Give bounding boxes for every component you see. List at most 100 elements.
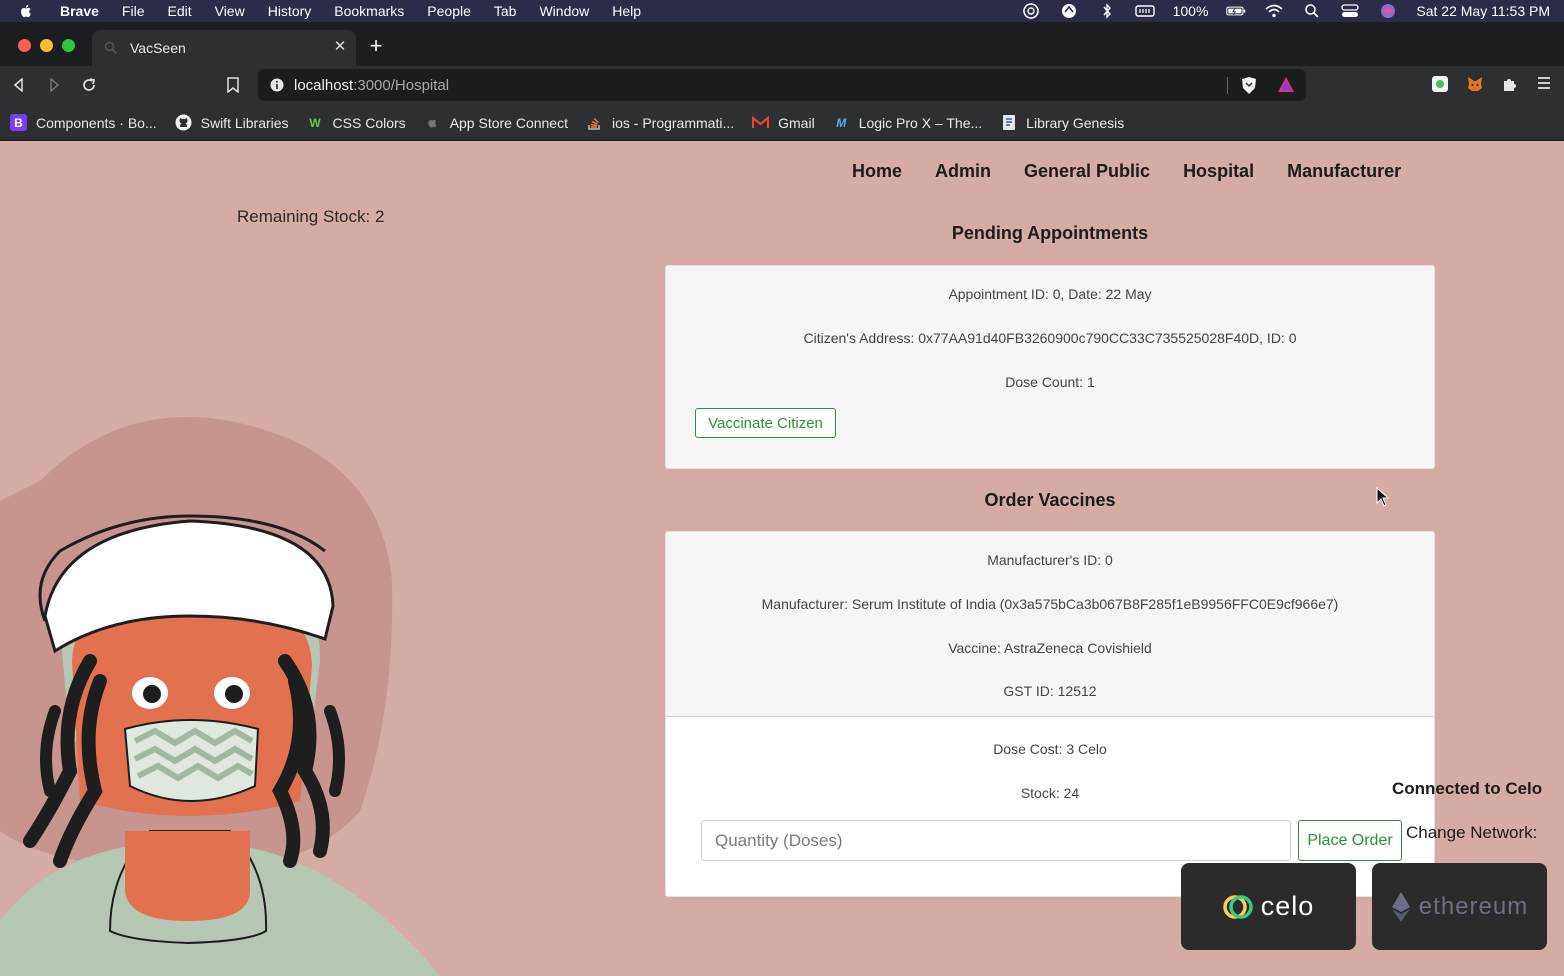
pending-appointments-title: Pending Appointments: [951, 223, 1149, 243]
bookmark-logic-pro[interactable]: M Logic Pro X – The...: [833, 114, 982, 131]
remaining-stock: Remaining Stock: 2: [237, 207, 385, 226]
menu-help[interactable]: Help: [612, 3, 641, 19]
cloud-app-icon[interactable]: [1059, 3, 1079, 19]
menu-app-name[interactable]: Brave: [60, 3, 99, 19]
new-tab-button[interactable]: +: [366, 35, 386, 57]
bookmark-page-icon[interactable]: [223, 75, 243, 95]
brave-rewards-icon[interactable]: [1277, 76, 1295, 94]
bookmarks-bar: B Components · Bo... Swift Libraries W C…: [0, 105, 1564, 141]
gst-id: GST ID: 12512: [1003, 683, 1097, 699]
url-path: :3000/Hospital: [353, 76, 450, 94]
ethereum-network-button[interactable]: ethereum: [1372, 863, 1547, 950]
creative-cloud-icon[interactable]: [1021, 3, 1041, 19]
url-host: localhost: [294, 76, 354, 94]
address-bar[interactable]: localhost:3000/Hospital: [258, 69, 1306, 101]
change-network-label: Change Network:: [1406, 823, 1538, 842]
celo-logo-icon: [1222, 894, 1253, 919]
manufacturer-name: Manufacturer: Serum Institute of India (…: [761, 596, 1339, 612]
nav-home[interactable]: Home: [852, 161, 902, 182]
menu-people[interactable]: People: [427, 3, 471, 19]
apple-bookmark-icon: [424, 114, 441, 131]
browser-tab-bar: VacSeen ✕ +: [0, 22, 1564, 66]
vaccinate-citizen-button[interactable]: Vaccinate Citizen: [695, 408, 836, 438]
celo-network-button[interactable]: celo: [1181, 863, 1356, 950]
dose-cost: Dose Cost: 3 Celo: [993, 741, 1107, 757]
bookmark-library-genesis[interactable]: Library Genesis: [1000, 114, 1124, 131]
bookmark-label: CSS Colors: [332, 114, 406, 131]
close-tab-icon[interactable]: ✕: [332, 39, 348, 55]
menu-tab[interactable]: Tab: [494, 3, 517, 19]
minimize-window-button[interactable]: [40, 39, 53, 52]
close-window-button[interactable]: [18, 39, 31, 52]
celo-label: celo: [1260, 891, 1315, 921]
dose-count: Dose Count: 1: [1005, 374, 1095, 390]
url-separator: [1227, 77, 1228, 94]
battery-icon[interactable]: [1226, 3, 1246, 19]
gmail-icon: [752, 114, 770, 131]
medium-m-icon: M: [836, 115, 847, 130]
ethereum-logo-icon: [1391, 891, 1410, 922]
appointment-card: Appointment ID: 0, Date: 22 May Citizen'…: [665, 265, 1435, 469]
menu-edit[interactable]: Edit: [167, 3, 191, 19]
w3schools-icon: W: [309, 115, 321, 130]
main-nav: Home Admin General Public Hospital Manuf…: [852, 161, 1401, 182]
menu-bookmarks[interactable]: Bookmarks: [334, 3, 404, 19]
forward-icon[interactable]: [44, 75, 64, 95]
wifi-icon[interactable]: [1264, 3, 1284, 19]
bookmark-swift-libraries[interactable]: Swift Libraries: [175, 114, 289, 131]
citizen-address: Citizen's Address: 0x77AA91d40FB3260900c…: [803, 330, 1297, 346]
macos-menubar: Brave File Edit View History Bookmarks P…: [0, 0, 1564, 22]
bookmark-gmail[interactable]: Gmail: [752, 114, 815, 131]
nav-admin[interactable]: Admin: [935, 161, 991, 182]
connection-status: Connected to Celo: [1392, 779, 1543, 798]
manufacturer-id: Manufacturer's ID: 0: [987, 552, 1113, 568]
menu-file[interactable]: File: [122, 3, 145, 19]
nav-hospital[interactable]: Hospital: [1183, 161, 1254, 182]
ethereum-label: ethereum: [1418, 892, 1529, 920]
spotlight-search-icon[interactable]: [1302, 3, 1322, 19]
bookmark-label: Components · Bo...: [36, 114, 157, 131]
bookmark-stackoverflow[interactable]: ios - Programmati...: [586, 114, 734, 131]
apple-icon[interactable]: [18, 3, 34, 19]
siri-icon[interactable]: [1378, 3, 1398, 19]
appointment-id: Appointment ID: 0, Date: 22 May: [948, 286, 1152, 302]
bookmark-label: Logic Pro X – The...: [858, 114, 983, 131]
book-icon: [1000, 114, 1017, 131]
control-center-icon[interactable]: [1340, 3, 1360, 19]
site-info-icon[interactable]: [270, 78, 284, 92]
clock-datetime[interactable]: Sat 22 May 11:53 PM: [1416, 3, 1550, 19]
browser-menu-icon[interactable]: [1536, 75, 1554, 93]
menu-history[interactable]: History: [268, 3, 312, 19]
stackoverflow-icon: [586, 114, 603, 131]
brave-shields-icon[interactable]: [1240, 76, 1258, 95]
tab-vacseen[interactable]: VacSeen ✕: [92, 30, 356, 66]
mouse-cursor-icon: [1376, 487, 1390, 507]
zoom-window-button[interactable]: [62, 39, 75, 52]
bookmark-label: Library Genesis: [1026, 114, 1125, 131]
vaccine-name: Vaccine: AstraZeneca Covishield: [948, 640, 1152, 656]
bookmark-components[interactable]: B Components · Bo...: [10, 114, 157, 131]
battery-percent: 100%: [1172, 3, 1209, 19]
bookmark-css-colors[interactable]: W CSS Colors: [307, 114, 406, 131]
stock-count: Stock: 24: [1020, 785, 1080, 801]
bookmark-label: App Store Connect: [449, 114, 568, 131]
bluetooth-icon[interactable]: [1097, 3, 1117, 19]
nav-general-public[interactable]: General Public: [1024, 161, 1150, 182]
order-vaccines-title: Order Vaccines: [984, 490, 1116, 510]
quantity-input[interactable]: Quantity (Doses): [701, 820, 1291, 861]
back-icon[interactable]: [9, 75, 29, 95]
menu-view[interactable]: View: [215, 3, 245, 19]
memory-icon[interactable]: [1134, 3, 1155, 19]
extension-wallet-icon[interactable]: [1431, 75, 1449, 93]
bookmark-label: Gmail: [778, 114, 815, 131]
bookmark-label: Swift Libraries: [200, 114, 289, 131]
extensions-puzzle-icon[interactable]: [1501, 75, 1519, 93]
masked-person-illustration: [0, 417, 440, 976]
place-order-button[interactable]: Place Order: [1298, 820, 1402, 861]
github-icon: [175, 114, 192, 131]
nav-manufacturer[interactable]: Manufacturer: [1287, 161, 1401, 182]
bookmark-app-store-connect[interactable]: App Store Connect: [424, 114, 568, 131]
metamask-fox-icon[interactable]: [1466, 75, 1484, 93]
menu-window[interactable]: Window: [539, 3, 589, 19]
reload-icon[interactable]: [79, 75, 99, 95]
